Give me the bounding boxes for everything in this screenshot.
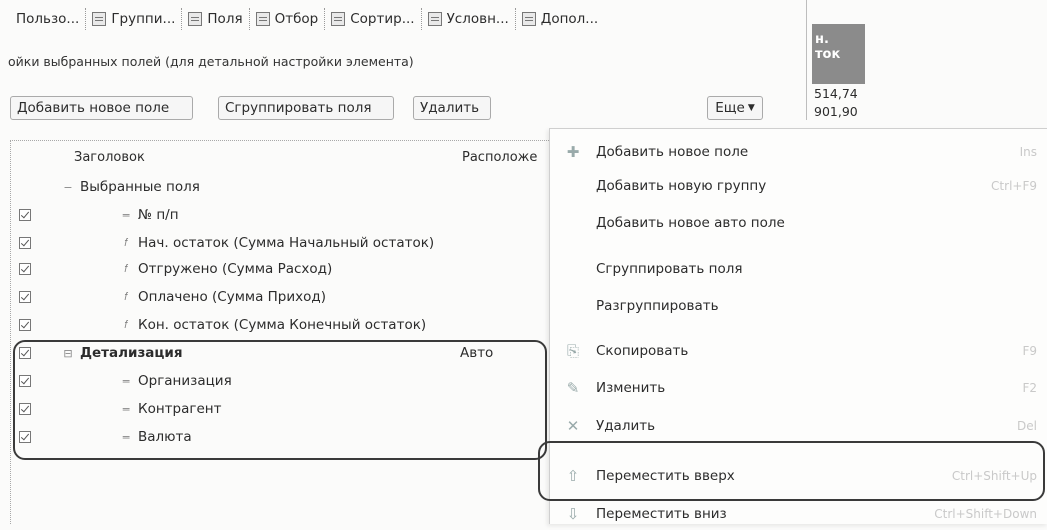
filter-icon — [255, 12, 270, 26]
tree-row-label: Отгружено (Сумма Расход) — [138, 261, 333, 277]
tree-row[interactable]: 𝑓 Отгружено (Сумма Расход) — [0, 258, 540, 280]
menu-item[interactable]: Добавить новую группу Ctrl+F9 — [549, 170, 1047, 202]
tab-user[interactable]: Пользо... — [10, 8, 87, 30]
tab-grouping[interactable]: Группи... — [86, 8, 183, 30]
add-field-button[interactable]: Добавить новое поле — [10, 96, 193, 120]
add-field-icon: ✚ — [566, 143, 580, 161]
tree-row[interactable]: 𝑓 Оплачено (Сумма Приход) — [0, 286, 540, 308]
menu-item-shortcut: F9 — [1022, 344, 1037, 358]
column-header-title: Заголовок — [74, 150, 145, 165]
delete-icon: ✕ — [566, 417, 580, 435]
additional-icon — [521, 12, 536, 26]
tree-row[interactable]: 𝑓 Нач. остаток (Сумма Начальный остаток) — [0, 232, 540, 254]
tree-row-label: Выбранные поля — [80, 179, 200, 195]
edit-icon: ✎ — [566, 379, 580, 397]
function-icon: 𝑓 — [124, 236, 128, 249]
menu-item-label: Переместить вниз — [596, 506, 727, 522]
tab-fields-label: Поля — [207, 11, 243, 27]
report-cell: 901,90 — [814, 104, 858, 119]
tree-row[interactable]: ═ № п/п — [0, 204, 540, 226]
field-icon: ═ — [122, 208, 130, 222]
fields-icon — [188, 12, 203, 26]
settings-tabs: Пользо... Группи... Поля Отбор Сортир...… — [10, 6, 604, 32]
menu-item-label: Добавить новое поле — [596, 144, 749, 160]
row-checkbox[interactable] — [19, 237, 31, 249]
highlight-detail-group — [13, 340, 547, 460]
menu-item-label: Изменить — [596, 380, 666, 396]
tab-filter-label: Отбор — [274, 11, 319, 27]
menu-item[interactable]: ⎘ Скопировать F9 — [549, 335, 1047, 367]
more-button[interactable]: Еще ▼ — [707, 96, 763, 120]
menu-item[interactable]: ✚ Добавить новое поле Ins — [549, 136, 1047, 168]
function-icon: 𝑓 — [124, 262, 128, 275]
menu-item-label: Разгруппировать — [596, 298, 719, 314]
column-header-placement: Расположе — [462, 150, 538, 165]
report-header-line1: н. — [815, 32, 829, 47]
row-checkbox[interactable] — [19, 209, 31, 221]
menu-item-label: Добавить новое авто поле — [596, 215, 785, 231]
tree-row[interactable]: 𝑓 Кон. остаток (Сумма Конечный остаток) — [0, 314, 540, 336]
menu-item-label: Добавить новую группу — [596, 178, 767, 194]
menu-item-shortcut: Ins — [1019, 145, 1037, 159]
menu-item-shortcut: F2 — [1022, 381, 1037, 395]
tab-conditional-label: Условн... — [446, 11, 509, 27]
menu-item-shortcut: Del — [1017, 419, 1037, 433]
tab-sort[interactable]: Сортир... — [325, 8, 422, 30]
tab-grouping-label: Группи... — [111, 11, 176, 27]
function-icon: 𝑓 — [124, 290, 128, 303]
tab-additional-label: Допол... — [540, 11, 599, 27]
report-column-header: н. ток — [812, 24, 865, 84]
tab-filter[interactable]: Отбор — [250, 8, 326, 30]
copy-icon: ⎘ — [566, 342, 579, 360]
table-divider — [806, 0, 807, 120]
menu-item-shortcut: Ctrl+Shift+Down — [934, 507, 1037, 521]
tab-fields[interactable]: Поля — [182, 8, 250, 30]
settings-caption: ойки выбранных полей (для детальной наст… — [8, 54, 414, 69]
delete-button[interactable]: Удалить — [413, 96, 491, 120]
more-label: Еще — [715, 100, 745, 116]
tab-conditional[interactable]: Условн... — [422, 8, 516, 30]
group-fields-button[interactable]: Сгруппировать поля — [218, 96, 394, 120]
row-checkbox[interactable] — [19, 291, 31, 303]
report-header-line2: ток — [815, 47, 841, 62]
grouping-icon — [92, 12, 107, 26]
menu-item[interactable]: ✕ Удалить Del — [549, 410, 1047, 442]
menu-item[interactable]: ⇩ Переместить вниз Ctrl+Shift+Down — [549, 498, 1047, 530]
function-icon: 𝑓 — [124, 318, 128, 331]
row-checkbox[interactable] — [19, 319, 31, 331]
tree-row-label: Оплачено (Сумма Приход) — [138, 289, 326, 305]
menu-item[interactable]: Разгруппировать — [549, 290, 1047, 322]
sort-icon — [331, 12, 346, 26]
highlight-move-up — [538, 441, 1045, 501]
tab-user-label: Пользо... — [16, 11, 80, 27]
move-down-icon: ⇩ — [566, 505, 580, 523]
row-checkbox[interactable] — [19, 263, 31, 275]
menu-item[interactable]: ✎ Изменить F2 — [549, 372, 1047, 404]
menu-item[interactable]: Добавить новое авто поле — [549, 207, 1047, 239]
report-cell: 514,74 — [814, 86, 858, 101]
tree-row[interactable]: − Выбранные поля — [0, 176, 540, 198]
tab-sort-label: Сортир... — [350, 11, 415, 27]
menu-item-label: Скопировать — [596, 343, 689, 359]
menu-item-shortcut: Ctrl+F9 — [991, 179, 1037, 193]
menu-item-label: Сгруппировать поля — [596, 261, 743, 277]
tree-row-label: Нач. остаток (Сумма Начальный остаток) — [138, 235, 435, 251]
chevron-down-icon: ▼ — [747, 103, 755, 113]
conditional-icon — [427, 12, 442, 26]
tab-additional[interactable]: Допол... — [516, 8, 604, 30]
menu-item[interactable]: Сгруппировать поля — [549, 253, 1047, 285]
tree-row-label: № п/п — [138, 207, 179, 223]
collapse-icon[interactable]: − — [62, 181, 74, 194]
menu-item-label: Удалить — [596, 418, 656, 434]
tree-row-label: Кон. остаток (Сумма Конечный остаток) — [138, 317, 427, 333]
